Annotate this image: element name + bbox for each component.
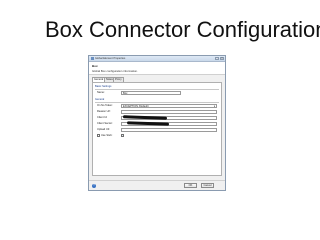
ok-button[interactable]: OK — [184, 183, 197, 188]
use-stub-checkbox[interactable] — [97, 134, 100, 137]
name-field[interactable]: Box — [121, 90, 181, 95]
dialog-banner: Box Global Box configuration information… — [89, 62, 225, 75]
chevron-down-icon: ▾ — [213, 104, 216, 108]
minimize-button[interactable]: - — [215, 57, 219, 60]
help-icon[interactable]: ? — [92, 183, 96, 188]
slide-title: Box Connector Configuration — [45, 17, 320, 42]
connector-name: Box — [92, 64, 98, 68]
app-icon — [91, 57, 94, 60]
close-button[interactable]: x — [220, 57, 224, 60]
on-no-token-label: On No Token: — [97, 104, 113, 107]
use-stub-edit-icon[interactable] — [121, 133, 124, 137]
client-id-label: Client Id: — [97, 116, 108, 119]
reason-url-label: Reason Url: — [97, 110, 111, 113]
global-element-properties-dialog: Global Element Properties - x Box Global… — [88, 55, 226, 191]
dialog-title: Global Element Properties — [95, 56, 126, 60]
connector-description: Global Box configuration information. — [92, 68, 138, 73]
dialog-button-bar: ? OK Cancel — [89, 180, 225, 190]
client-secret-label: Client Secret: — [97, 122, 113, 125]
cancel-button[interactable]: Cancel — [201, 183, 214, 188]
on-no-token-value: EXCEPTION (Default) — [123, 104, 149, 108]
upload-url-label: Upload Url: — [97, 128, 110, 131]
upload-url-field[interactable] — [121, 127, 217, 132]
on-no-token-select[interactable]: EXCEPTION (Default) ▾ — [121, 103, 217, 108]
name-label: Name: — [97, 91, 105, 94]
use-stub-label: Use Stub: — [101, 133, 113, 137]
reason-url-field[interactable] — [121, 109, 217, 114]
general-tab-panel: Basic Settings Name: Box General On No T… — [92, 82, 222, 176]
